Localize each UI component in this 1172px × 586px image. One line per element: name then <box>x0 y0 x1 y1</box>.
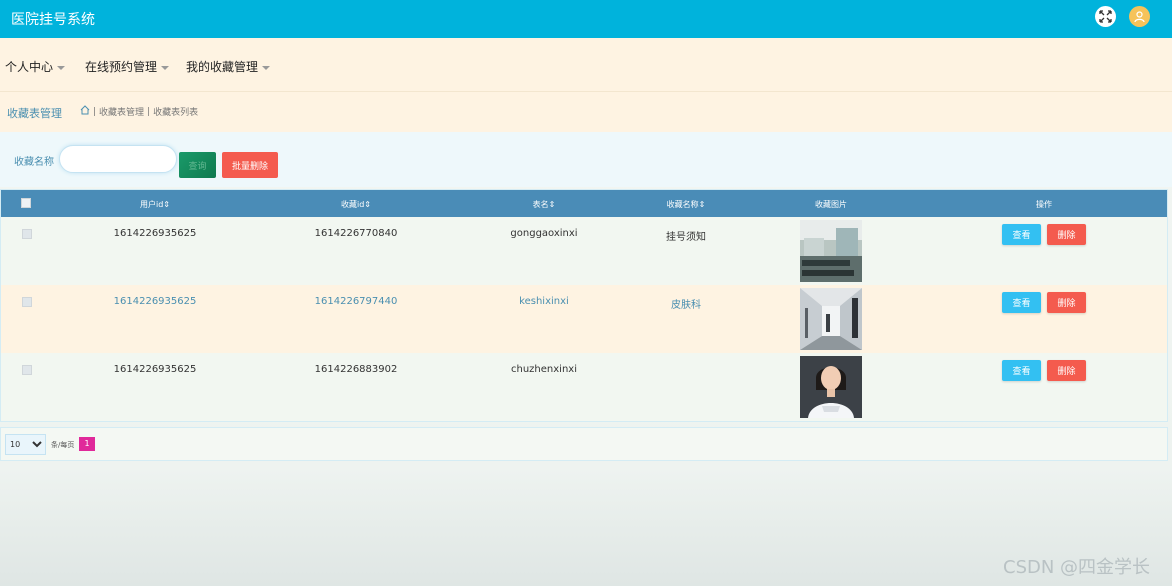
select-all-checkbox[interactable] <box>21 198 31 208</box>
column-header-fav-image: 收藏图片 <box>815 200 847 209</box>
breadcrumb-item: 收藏表列表 <box>153 108 199 118</box>
fullscreen-icon[interactable] <box>1095 6 1116 27</box>
fav-name-search-input[interactable] <box>59 145 177 173</box>
chevron-down-icon <box>161 65 170 70</box>
breadcrumb-bar: 收藏表管理 | 收藏表管理 | 收藏表列表 <box>0 92 1172 132</box>
chevron-down-icon <box>57 65 66 70</box>
cell-user-id: 1614226935625 <box>113 296 197 307</box>
page-button-active[interactable]: 1 <box>79 437 95 451</box>
cell-fav-id: 1614226883902 <box>314 364 398 375</box>
page-size-select[interactable]: 10 <box>5 434 46 455</box>
column-header-fav-name[interactable]: 收藏名称⇕ <box>667 199 706 210</box>
view-button[interactable]: 查看 <box>1002 292 1041 313</box>
breadcrumb-item[interactable]: 收藏表管理 <box>99 105 144 118</box>
column-header-table-name[interactable]: 表名⇕ <box>533 199 556 210</box>
cell-fav-name: 挂号须知 <box>666 232 706 243</box>
cell-user-id: 1614226935625 <box>113 228 197 239</box>
main-nav: 个人中心 在线预约管理 我的收藏管理 <box>0 38 1172 92</box>
cell-fav-id: 1614226797440 <box>314 296 398 307</box>
app-title: 医院挂号系统 <box>11 12 95 28</box>
page-title: 收藏表管理 <box>7 107 62 120</box>
table-header: 用户id⇕ 收藏id⇕ 表名⇕ 收藏名称⇕ 收藏图片 操作 <box>1 190 1167 217</box>
delete-button[interactable]: 删除 <box>1047 224 1086 245</box>
row-checkbox[interactable] <box>22 297 32 307</box>
search-button[interactable]: 查询 <box>179 152 216 178</box>
column-header-fav-id[interactable]: 收藏id⇕ <box>341 199 371 210</box>
cell-fav-id: 1614226770840 <box>314 228 398 239</box>
nav-item-appointment-management[interactable]: 在线预约管理 <box>85 58 170 75</box>
nav-item-personal-center[interactable]: 个人中心 <box>5 58 66 75</box>
row-checkbox[interactable] <box>22 229 32 239</box>
cell-fav-name: 皮肤科 <box>671 300 701 311</box>
cell-table-name: gonggaoxinxi <box>510 228 578 239</box>
nav-item-favorites-management[interactable]: 我的收藏管理 <box>186 58 271 75</box>
breadcrumb: | 收藏表管理 | 收藏表列表 <box>80 105 198 118</box>
home-icon[interactable] <box>80 105 90 118</box>
search-label: 收藏名称 <box>14 157 54 168</box>
cell-user-id: 1614226935625 <box>113 364 197 375</box>
pagination: 10 条/每页 1 <box>0 427 1168 461</box>
nav-item-label: 我的收藏管理 <box>186 60 259 74</box>
table-row: 1614226935625 1614226797440 keshixinxi 皮… <box>1 285 1167 353</box>
cell-table-name: chuzhenxinxi <box>511 364 577 375</box>
nav-item-label: 个人中心 <box>5 60 54 74</box>
view-button[interactable]: 查看 <box>1002 360 1041 381</box>
doctor-portrait-photo <box>800 356 862 418</box>
table-row: 1614226935625 1614226770840 gonggaoxinxi… <box>1 217 1167 285</box>
row-checkbox[interactable] <box>22 365 32 375</box>
top-header: 医院挂号系统 <box>0 0 1172 38</box>
hospital-hallway-photo <box>800 220 862 282</box>
corridor-photo <box>800 288 862 350</box>
watermark: CSDN @四金学长 <box>1003 557 1151 578</box>
view-button[interactable]: 查看 <box>1002 224 1041 245</box>
column-header-user-id[interactable]: 用户id⇕ <box>140 199 170 210</box>
favorites-table: 用户id⇕ 收藏id⇕ 表名⇕ 收藏名称⇕ 收藏图片 操作 1614226935… <box>0 189 1168 422</box>
batch-delete-button[interactable]: 批量删除 <box>222 152 278 178</box>
chevron-down-icon <box>262 65 271 70</box>
table-row: 1614226935625 1614226883902 chuzhenxinxi… <box>1 353 1167 421</box>
nav-item-label: 在线预约管理 <box>85 60 158 74</box>
column-header-actions: 操作 <box>1036 200 1052 209</box>
user-avatar-icon[interactable] <box>1129 6 1150 27</box>
search-bar: 收藏名称 查询 批量删除 <box>0 132 1172 187</box>
cell-table-name: keshixinxi <box>519 296 569 307</box>
per-page-label: 条/每页 <box>51 441 75 449</box>
delete-button[interactable]: 删除 <box>1047 292 1086 313</box>
delete-button[interactable]: 删除 <box>1047 360 1086 381</box>
